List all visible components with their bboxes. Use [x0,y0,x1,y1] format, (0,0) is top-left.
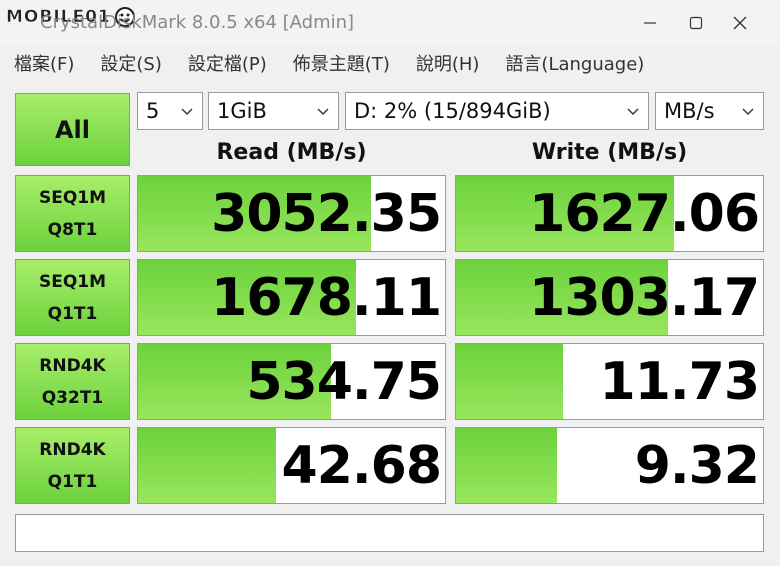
test-params: Q1T1 [47,303,98,324]
unit-value: MB/s [664,99,715,123]
test-seq1m-q1t1-button[interactable]: SEQ1M Q1T1 [15,259,130,336]
test-name: SEQ1M [38,187,107,208]
title-bar: MOBILE01 CrystalDiskMark 8.0.5 x64 [Admi… [0,0,780,46]
minimize-button[interactable] [630,10,670,36]
read-value: 3052.35 [211,183,442,244]
read-progress-bar [138,428,277,503]
menu-theme[interactable]: 佈景主題(T) [281,50,402,76]
test-params: Q32T1 [41,387,104,408]
unit-select[interactable]: MB/s [655,92,764,130]
minimize-icon [644,22,656,24]
read-value: 42.68 [281,435,442,496]
menu-language[interactable]: 語言(Language) [493,50,656,76]
test-name: SEQ1M [38,271,107,292]
drive-select[interactable]: D: 2% (15/894GiB) [345,92,649,130]
write-progress-bar [456,428,558,503]
write-result-cell: 9.32 [455,427,764,504]
window-title: CrystalDiskMark 8.0.5 x64 [Admin] [40,12,355,33]
size-select[interactable]: 1GiB [208,92,339,130]
read-result-cell: 3052.35 [137,175,446,252]
write-result-cell: 1627.06 [455,175,764,252]
write-result-cell: 1303.17 [455,259,764,336]
drive-value: D: 2% (15/894GiB) [354,99,551,123]
chevron-down-icon [317,108,329,115]
size-value: 1GiB [217,99,267,123]
test-name: RND4K [39,355,106,376]
count-select[interactable]: 5 [137,92,203,130]
comment-field[interactable] [15,514,764,552]
menu-help[interactable]: 說明(H) [404,50,492,76]
read-header: Read (MB/s) [216,140,367,165]
write-value: 11.73 [599,351,760,412]
test-params: Q8T1 [47,219,98,240]
write-header: Write (MB/s) [531,140,688,165]
menu-bar: 檔案(F) 設定(S) 設定檔(P) 佈景主題(T) 說明(H) 語言(Lang… [0,46,780,80]
write-progress-bar [456,344,564,419]
chevron-down-icon [742,108,754,115]
close-icon [733,16,747,30]
read-result-cell: 1678.11 [137,259,446,336]
close-button[interactable] [720,10,760,36]
write-value: 9.32 [634,435,760,496]
read-value: 1678.11 [211,267,442,328]
write-value: 1303.17 [529,267,760,328]
menu-settings[interactable]: 設定(S) [88,50,173,76]
maximize-icon [689,16,703,30]
test-name: RND4K [39,439,106,460]
test-params: Q1T1 [47,471,98,492]
count-value: 5 [146,99,160,123]
test-seq1m-q8t1-button[interactable]: SEQ1M Q8T1 [15,175,130,252]
read-result-cell: 42.68 [137,427,446,504]
chevron-down-icon [181,108,193,115]
all-button[interactable]: All [15,93,130,166]
read-value: 534.75 [246,351,442,412]
maximize-button[interactable] [676,10,716,36]
menu-profile[interactable]: 設定檔(P) [176,50,279,76]
chevron-down-icon [627,108,639,115]
read-result-cell: 534.75 [137,343,446,420]
test-rnd4k-q1t1-button[interactable]: RND4K Q1T1 [15,427,130,504]
menu-file[interactable]: 檔案(F) [0,50,86,76]
test-rnd4k-q32t1-button[interactable]: RND4K Q32T1 [15,343,130,420]
write-value: 1627.06 [529,183,760,244]
write-result-cell: 11.73 [455,343,764,420]
